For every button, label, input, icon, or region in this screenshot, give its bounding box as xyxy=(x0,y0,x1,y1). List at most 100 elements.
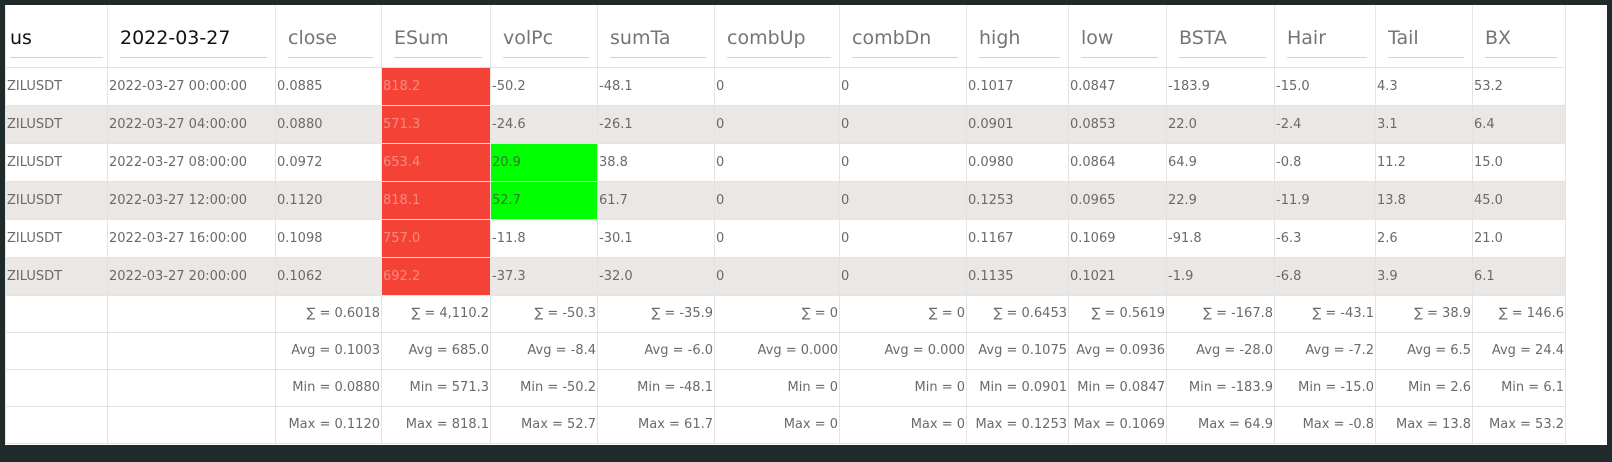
cell-close[interactable]: 0.0885 xyxy=(275,66,382,106)
cell-date[interactable]: 2022-03-27 08:00:00 xyxy=(107,142,276,182)
cell-combup[interactable]: 0 xyxy=(714,180,840,220)
cell-low[interactable]: 0.0847 xyxy=(1068,66,1167,106)
cell-combdn[interactable]: 0 xyxy=(839,66,967,106)
cell-volpc[interactable]: -50.2 xyxy=(490,66,598,106)
cell-tail[interactable]: 3.9 xyxy=(1375,256,1473,296)
cell-volpc[interactable]: 20.9 xyxy=(490,142,598,182)
table-row[interactable]: ZILUSDT 2022-03-27 20:00:00 0.1062 692.2 -37… xyxy=(5,256,1566,296)
cell-high[interactable]: 0.1253 xyxy=(966,180,1069,220)
cell-esum[interactable]: 692.2 xyxy=(381,256,491,296)
cell-combup[interactable]: 0 xyxy=(714,104,840,144)
cell-esum[interactable]: 653.4 xyxy=(381,142,491,182)
cell-bx[interactable]: 53.2 xyxy=(1472,66,1566,106)
symbol-filter-input[interactable] xyxy=(10,13,103,59)
cell-sumta[interactable]: -32.0 xyxy=(597,256,715,296)
cell-combup[interactable]: 0 xyxy=(714,142,840,182)
high-filter-input[interactable] xyxy=(979,13,1060,59)
cell-tail[interactable]: 4.3 xyxy=(1375,66,1473,106)
cell-combdn[interactable]: 0 xyxy=(839,142,967,182)
cell-bx[interactable]: 6.1 xyxy=(1472,256,1566,296)
combup-filter-input[interactable] xyxy=(727,13,831,59)
cell-bx[interactable]: 45.0 xyxy=(1472,180,1566,220)
cell-low[interactable]: 0.0965 xyxy=(1068,180,1167,220)
cell-close[interactable]: 0.0880 xyxy=(275,104,382,144)
cell-low[interactable]: 0.0864 xyxy=(1068,142,1167,182)
cell-combdn[interactable]: 0 xyxy=(839,256,967,296)
bsta-filter-input[interactable] xyxy=(1179,13,1266,59)
cell-tail[interactable]: 2.6 xyxy=(1375,218,1473,258)
cell-esum[interactable]: 571.3 xyxy=(381,104,491,144)
hair-filter-input[interactable] xyxy=(1287,13,1367,59)
cell-date[interactable]: 2022-03-27 04:00:00 xyxy=(107,104,276,144)
cell-hair[interactable]: -0.8 xyxy=(1274,142,1376,182)
cell-tail[interactable]: 11.2 xyxy=(1375,142,1473,182)
cell-esum[interactable]: 818.1 xyxy=(381,180,491,220)
cell-sumta[interactable]: -48.1 xyxy=(597,66,715,106)
cell-bsta[interactable]: -183.9 xyxy=(1166,66,1275,106)
esum-filter-input[interactable] xyxy=(394,13,482,59)
cell-high[interactable]: 0.0980 xyxy=(966,142,1069,182)
cell-date[interactable]: 2022-03-27 12:00:00 xyxy=(107,180,276,220)
cell-sumta[interactable]: -26.1 xyxy=(597,104,715,144)
table-row[interactable]: ZILUSDT 2022-03-27 16:00:00 0.1098 757.0 -11… xyxy=(5,218,1566,258)
sumta-filter-input[interactable] xyxy=(610,13,706,59)
cell-high[interactable]: 0.0901 xyxy=(966,104,1069,144)
cell-tail[interactable]: 3.1 xyxy=(1375,104,1473,144)
cell-symbol[interactable]: ZILUSDT xyxy=(5,180,108,220)
volpc-filter-input[interactable] xyxy=(503,13,589,59)
cell-combdn[interactable]: 0 xyxy=(839,104,967,144)
table-row[interactable]: ZILUSDT 2022-03-27 00:00:00 0.0885 818.2 -50… xyxy=(5,66,1566,106)
cell-low[interactable]: 0.0853 xyxy=(1068,104,1167,144)
cell-high[interactable]: 0.1167 xyxy=(966,218,1069,258)
cell-esum[interactable]: 757.0 xyxy=(381,218,491,258)
cell-tail[interactable]: 13.8 xyxy=(1375,180,1473,220)
cell-date[interactable]: 2022-03-27 20:00:00 xyxy=(107,256,276,296)
cell-date[interactable]: 2022-03-27 00:00:00 xyxy=(107,66,276,106)
cell-bsta[interactable]: 64.9 xyxy=(1166,142,1275,182)
cell-bx[interactable]: 6.4 xyxy=(1472,104,1566,144)
cell-combdn[interactable]: 0 xyxy=(839,218,967,258)
cell-close[interactable]: 0.1098 xyxy=(275,218,382,258)
tail-filter-input[interactable] xyxy=(1388,13,1464,59)
cell-combdn[interactable]: 0 xyxy=(839,180,967,220)
cell-bx[interactable]: 21.0 xyxy=(1472,218,1566,258)
cell-combup[interactable]: 0 xyxy=(714,218,840,258)
cell-bsta[interactable]: 22.0 xyxy=(1166,104,1275,144)
low-filter-input[interactable] xyxy=(1081,13,1158,59)
cell-sumta[interactable]: -30.1 xyxy=(597,218,715,258)
cell-bsta[interactable]: -91.8 xyxy=(1166,218,1275,258)
date-filter-input[interactable] xyxy=(120,13,267,59)
combdn-filter-input[interactable] xyxy=(852,13,958,59)
cell-hair[interactable]: -6.3 xyxy=(1274,218,1376,258)
cell-volpc[interactable]: -11.8 xyxy=(490,218,598,258)
cell-volpc[interactable]: 52.7 xyxy=(490,180,598,220)
table-row[interactable]: ZILUSDT 2022-03-27 12:00:00 0.1120 818.1 52.… xyxy=(5,180,1566,220)
cell-esum[interactable]: 818.2 xyxy=(381,66,491,106)
cell-high[interactable]: 0.1017 xyxy=(966,66,1069,106)
cell-combup[interactable]: 0 xyxy=(714,256,840,296)
cell-hair[interactable]: -2.4 xyxy=(1274,104,1376,144)
cell-hair[interactable]: -6.8 xyxy=(1274,256,1376,296)
bx-filter-input[interactable] xyxy=(1485,13,1557,59)
cell-date[interactable]: 2022-03-27 16:00:00 xyxy=(107,218,276,258)
cell-symbol[interactable]: ZILUSDT xyxy=(5,104,108,144)
cell-low[interactable]: 0.1069 xyxy=(1068,218,1167,258)
cell-close[interactable]: 0.1120 xyxy=(275,180,382,220)
cell-sumta[interactable]: 61.7 xyxy=(597,180,715,220)
cell-symbol[interactable]: ZILUSDT xyxy=(5,218,108,258)
cell-volpc[interactable]: -37.3 xyxy=(490,256,598,296)
cell-high[interactable]: 0.1135 xyxy=(966,256,1069,296)
cell-bsta[interactable]: 22.9 xyxy=(1166,180,1275,220)
cell-symbol[interactable]: ZILUSDT xyxy=(5,142,108,182)
cell-bx[interactable]: 15.0 xyxy=(1472,142,1566,182)
cell-combup[interactable]: 0 xyxy=(714,66,840,106)
cell-volpc[interactable]: -24.6 xyxy=(490,104,598,144)
table-row[interactable]: ZILUSDT 2022-03-27 04:00:00 0.0880 571.3 -24… xyxy=(5,104,1566,144)
cell-symbol[interactable]: ZILUSDT xyxy=(5,256,108,296)
cell-bsta[interactable]: -1.9 xyxy=(1166,256,1275,296)
cell-hair[interactable]: -11.9 xyxy=(1274,180,1376,220)
cell-close[interactable]: 0.1062 xyxy=(275,256,382,296)
cell-hair[interactable]: -15.0 xyxy=(1274,66,1376,106)
cell-symbol[interactable]: ZILUSDT xyxy=(5,66,108,106)
close-filter-input[interactable] xyxy=(288,13,373,59)
